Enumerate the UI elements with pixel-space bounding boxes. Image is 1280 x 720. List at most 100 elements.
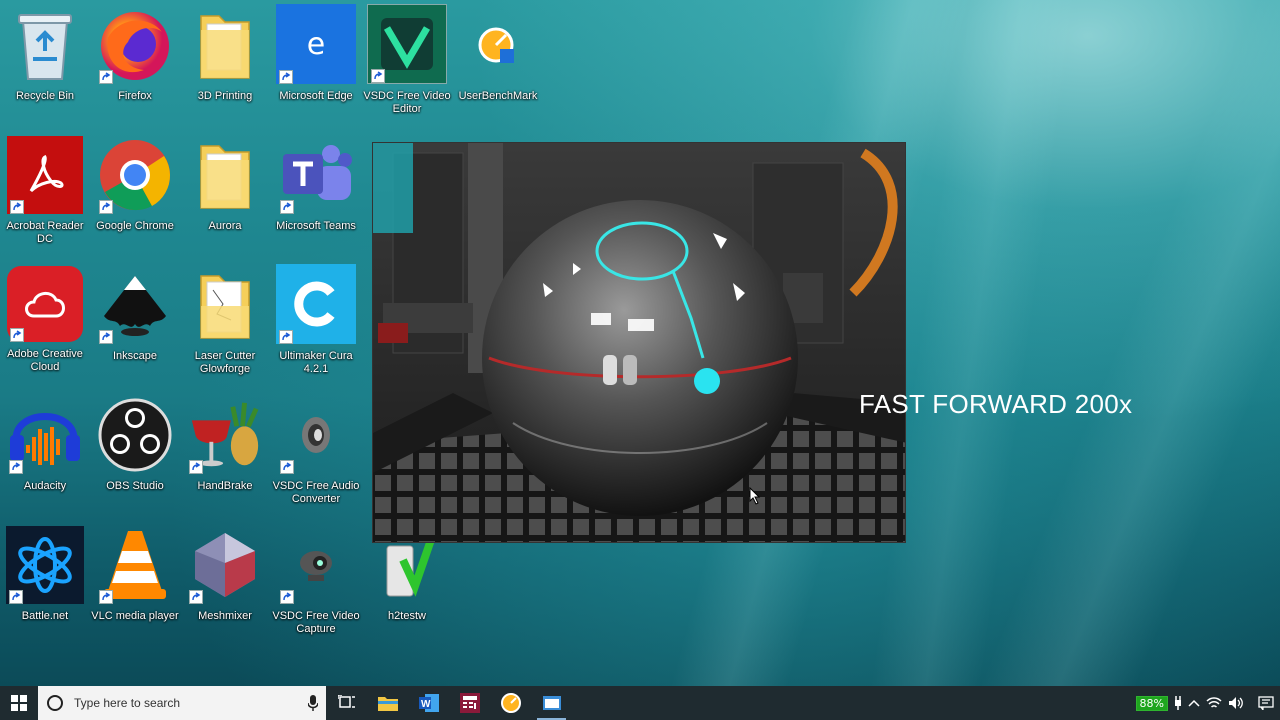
shortcut-arrow-icon <box>99 590 113 604</box>
desktop-icon-ultimaker-cura[interactable]: Ultimaker Cura 4.2.1 <box>271 260 361 386</box>
desktop-icon-label: h2testw <box>388 610 426 622</box>
task-view-icon <box>337 695 355 708</box>
shortcut-arrow-icon <box>10 200 24 214</box>
desktop-icon-label: HandBrake <box>197 480 253 492</box>
system-tray: 88% <box>1135 686 1280 720</box>
desktop-icon-label: VSDC Free Video Editor <box>363 90 451 115</box>
desktop-icon-google-chrome[interactable]: Google Chrome <box>90 130 180 256</box>
shortcut-arrow-icon <box>371 69 385 83</box>
desktop-icon-vsdc-video-editor[interactable]: VSDC Free Video Editor <box>362 0 452 126</box>
desktop-icon-meshmixer[interactable]: Meshmixer <box>180 520 270 646</box>
game-window[interactable] <box>372 142 906 543</box>
handbrake-icon <box>186 396 264 474</box>
userbenchmark-icon <box>500 693 521 713</box>
start-button[interactable] <box>0 686 38 720</box>
shortcut-arrow-icon <box>10 328 24 342</box>
desktop-icon-vsdc-video-capture[interactable]: VSDC Free Video Capture <box>271 520 361 646</box>
desktop-icon-label: Ultimaker Cura 4.2.1 <box>279 350 353 375</box>
folder-icon <box>186 6 264 84</box>
chevron-up-icon[interactable] <box>1188 699 1200 707</box>
desktop-icon-laser-cutter[interactable]: Laser Cutter Glowforge <box>180 260 270 386</box>
desktop-icon-microsoft-edge[interactable]: e Microsoft Edge <box>271 0 361 126</box>
shortcut-arrow-icon <box>279 70 293 84</box>
taskbar-calculator-app[interactable] <box>449 686 490 720</box>
taskbar-file-explorer[interactable] <box>367 686 408 720</box>
edge-icon: e <box>276 4 356 84</box>
desktop-icon-label: OBS Studio <box>106 480 164 492</box>
desktop-icon-label: Google Chrome <box>96 220 174 232</box>
power-plug-icon[interactable] <box>1174 696 1182 710</box>
desktop-icon-aurora[interactable]: Aurora <box>180 130 270 256</box>
desktop-icon-userbenchmark[interactable]: UserBenchMark <box>453 0 543 126</box>
desktop-icon-handbrake[interactable]: HandBrake <box>180 390 270 516</box>
taskbar-search-box[interactable]: Type here to search <box>38 686 326 720</box>
desktop-icon-label: Aurora <box>208 220 242 232</box>
audacity-icon <box>6 396 84 474</box>
desktop-icon-label: Laser Cutter Glowforge <box>194 350 256 375</box>
desktop-icon-acrobat[interactable]: Acrobat Reader DC <box>0 130 90 256</box>
desktop-icon-label: VSDC Free Audio Converter <box>272 480 360 505</box>
taskbar-active-window[interactable] <box>531 686 572 720</box>
desktop-icon-label: VLC media player <box>91 610 179 622</box>
shortcut-arrow-icon <box>189 460 203 474</box>
cortana-circle-icon <box>47 695 63 711</box>
taskbar-word[interactable]: W <box>408 686 449 720</box>
battlenet-icon <box>6 526 84 604</box>
desktop-icon-label: Inkscape <box>112 350 158 362</box>
desktop-icon-3d-printing[interactable]: 3D Printing <box>180 0 270 126</box>
desktop-icon-label: UserBenchMark <box>458 90 538 102</box>
shortcut-arrow-icon <box>189 590 203 604</box>
teams-icon <box>277 136 355 214</box>
folder-icon <box>186 136 264 214</box>
desktop-icon-vsdc-audio-converter[interactable]: VSDC Free Audio Converter <box>271 390 361 516</box>
app-window-icon <box>459 693 480 713</box>
shortcut-arrow-icon <box>280 590 294 604</box>
userbenchmark-icon <box>459 6 537 84</box>
desktop-icon-label: Meshmixer <box>198 610 252 622</box>
vsdc-editor-icon <box>367 4 447 84</box>
volume-icon[interactable] <box>1228 696 1244 710</box>
shortcut-arrow-icon <box>280 200 294 214</box>
microphone-icon[interactable] <box>308 695 318 711</box>
shortcut-arrow-icon <box>280 460 294 474</box>
game-scene <box>373 143 905 542</box>
search-placeholder: Type here to search <box>74 696 181 710</box>
desktop-icon-audacity[interactable]: Audacity <box>0 390 90 516</box>
word-icon: W <box>418 694 439 712</box>
firefox-icon <box>96 6 174 84</box>
wifi-icon[interactable] <box>1206 696 1222 710</box>
desktop-icon-label: Microsoft Edge <box>279 90 353 102</box>
desktop-icon-microsoft-teams[interactable]: Microsoft Teams <box>271 130 361 256</box>
file-explorer-icon <box>377 697 398 711</box>
notifications-icon[interactable] <box>1258 696 1274 710</box>
windows-logo-icon <box>11 695 27 711</box>
desktop-icon-label: Acrobat Reader DC <box>6 220 84 245</box>
shortcut-arrow-icon <box>9 460 23 474</box>
desktop-icon-adobe-cc[interactable]: Adobe Creative Cloud <box>0 260 90 386</box>
desktop-icon-obs-studio[interactable]: OBS Studio <box>90 390 180 516</box>
taskbar: Type here to search W 88% <box>0 686 1280 720</box>
desktop-icon-recycle-bin[interactable]: Recycle Bin <box>0 0 90 126</box>
fast-forward-overlay: FAST FORWARD 200x <box>859 389 1133 419</box>
obs-icon <box>96 396 174 474</box>
desktop-icon-battle-net[interactable]: Battle.net <box>0 520 90 646</box>
desktop-icon-label: Firefox <box>118 90 152 102</box>
desktop-icon-inkscape[interactable]: Inkscape <box>90 260 180 386</box>
meshmixer-icon <box>186 526 264 604</box>
window-icon <box>542 696 561 710</box>
shortcut-arrow-icon <box>9 590 23 604</box>
inkscape-icon <box>96 266 174 344</box>
svg-text:W: W <box>421 699 431 710</box>
desktop-icon-vlc[interactable]: VLC media player <box>90 520 180 646</box>
desktop-icon-firefox[interactable]: Firefox <box>90 0 180 126</box>
task-view-button[interactable] <box>326 686 367 720</box>
shortcut-arrow-icon <box>279 330 293 344</box>
taskbar-userbenchmark[interactable] <box>490 686 531 720</box>
vlc-cone-icon <box>96 526 174 604</box>
shortcut-arrow-icon <box>99 330 113 344</box>
creative-cloud-icon <box>7 266 83 342</box>
webcam-icon <box>277 526 355 604</box>
battery-indicator[interactable]: 88% <box>1135 695 1168 711</box>
desktop-icon-label: Adobe Creative Cloud <box>7 348 83 373</box>
desktop-icon-label: Battle.net <box>21 610 69 622</box>
